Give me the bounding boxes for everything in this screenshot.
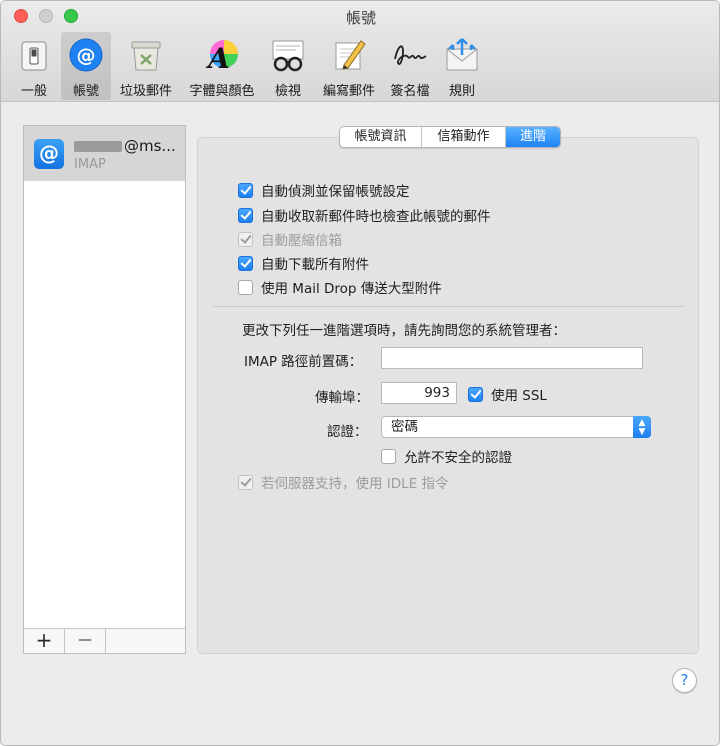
download-attachments-checkbox[interactable] bbox=[238, 255, 253, 271]
pencil-icon bbox=[335, 40, 366, 70]
toolbar-signatures[interactable]: 簽名檔 bbox=[385, 32, 435, 100]
title-bar: 帳號 一般 @ 帳號 垃圾郵件 A 字體與顏色 檢視 編寫郵件 簽名檔 規則 bbox=[1, 1, 719, 102]
mail-drop-label: 使用 Mail Drop 傳送大型附件 bbox=[261, 281, 442, 297]
account-list-item[interactable]: @ @ms... IMAP bbox=[24, 126, 185, 181]
check-on-fetch-label: 自動收取新郵件時也檢查此帳號的郵件 bbox=[261, 209, 491, 225]
toolbar-rules-label: 規則 bbox=[448, 84, 475, 99]
compact-mailboxes-checkbox bbox=[238, 231, 253, 247]
preferences-window: 帳號 一般 @ 帳號 垃圾郵件 A 字體與顏色 檢視 編寫郵件 簽名檔 規則 @… bbox=[0, 0, 720, 746]
sidebar-bottom-bar: + — bbox=[24, 628, 185, 653]
auto-detect-option[interactable]: 自動偵測並保留帳號設定 bbox=[238, 181, 410, 200]
imap-prefix-input[interactable] bbox=[381, 347, 643, 369]
glasses-icon bbox=[272, 40, 304, 72]
toolbar-general-label: 一般 bbox=[20, 84, 47, 99]
svg-text:@: @ bbox=[77, 45, 96, 67]
remove-account-button[interactable]: — bbox=[65, 629, 106, 653]
help-button[interactable]: ? bbox=[672, 668, 697, 693]
allow-insecure-label: 允許不安全的認證 bbox=[404, 450, 512, 466]
toolbar-fonts-colors[interactable]: A 字體與顏色 bbox=[183, 32, 261, 100]
authentication-value: 密碼 bbox=[391, 419, 418, 435]
at-sign-icon: @ bbox=[69, 38, 103, 72]
download-attachments-option[interactable]: 自動下載所有附件 bbox=[238, 254, 369, 273]
use-ssl-label: 使用 SSL bbox=[491, 388, 547, 404]
toolbar-junk-mail[interactable]: 垃圾郵件 bbox=[113, 32, 179, 100]
download-attachments-label: 自動下載所有附件 bbox=[261, 257, 369, 273]
trash-bin-icon bbox=[131, 41, 161, 71]
settings-tabs: 帳號資訊 信箱動作 進階 bbox=[339, 126, 561, 148]
tab-advanced[interactable]: 進階 bbox=[506, 127, 560, 147]
at-sign-icon: @ bbox=[34, 139, 64, 169]
account-name-domain: @ms... bbox=[124, 137, 176, 155]
rules-envelope-icon bbox=[446, 38, 478, 71]
toolbar-general[interactable]: 一般 bbox=[9, 32, 59, 100]
check-on-fetch-option[interactable]: 自動收取新郵件時也檢查此帳號的郵件 bbox=[238, 206, 491, 225]
svg-text:A: A bbox=[205, 42, 230, 73]
compact-mailboxes-option: 自動壓縮信箱 bbox=[238, 230, 342, 249]
account-type: IMAP bbox=[74, 157, 106, 172]
font-color-icon: A bbox=[205, 40, 238, 73]
toolbar-fonts-colors-label: 字體與顏色 bbox=[189, 84, 255, 99]
auto-detect-checkbox[interactable] bbox=[238, 182, 253, 198]
authentication-select[interactable]: 密碼 ▲ ▼ bbox=[381, 416, 651, 438]
imap-prefix-label: IMAP 路徑前置碼： bbox=[244, 354, 363, 370]
idle-label: 若伺服器支持，使用 IDLE 指令 bbox=[261, 476, 449, 492]
tab-mailbox-behaviors[interactable]: 信箱動作 bbox=[422, 127, 506, 147]
switch-icon bbox=[21, 41, 47, 71]
add-account-button[interactable]: + bbox=[24, 629, 65, 653]
toolbar-junk-mail-label: 垃圾郵件 bbox=[119, 84, 172, 99]
toolbar-composing[interactable]: 編寫郵件 bbox=[317, 32, 381, 100]
toolbar-viewing-label: 檢視 bbox=[274, 84, 301, 99]
use-ssl-option[interactable]: 使用 SSL bbox=[468, 385, 547, 404]
port-input[interactable]: 993 bbox=[381, 382, 457, 404]
allow-insecure-checkbox[interactable] bbox=[381, 448, 396, 464]
tab-account-info[interactable]: 帳號資訊 bbox=[340, 127, 422, 147]
idle-checkbox bbox=[238, 474, 253, 490]
mail-drop-option[interactable]: 使用 Mail Drop 傳送大型附件 bbox=[238, 278, 442, 297]
signature-icon bbox=[394, 45, 427, 65]
auto-detect-label: 自動偵測並保留帳號設定 bbox=[261, 184, 410, 200]
mail-drop-checkbox[interactable] bbox=[238, 279, 253, 295]
admin-notice: 更改下列任一進階選項時，請先詢問您的系統管理者： bbox=[242, 323, 566, 339]
toolbar-viewing[interactable]: 檢視 bbox=[265, 32, 311, 100]
authentication-label: 認證： bbox=[327, 424, 368, 440]
toolbar-accounts[interactable]: @ 帳號 bbox=[61, 32, 111, 100]
accounts-sidebar: @ @ms... IMAP + — bbox=[23, 125, 186, 654]
section-divider bbox=[213, 306, 684, 307]
redacted-username bbox=[74, 141, 122, 152]
toolbar-accounts-label: 帳號 bbox=[72, 84, 99, 99]
toolbar-rules[interactable]: 規則 bbox=[439, 32, 485, 100]
compact-mailboxes-label: 自動壓縮信箱 bbox=[261, 233, 342, 249]
check-on-fetch-checkbox[interactable] bbox=[238, 207, 253, 223]
use-ssl-checkbox[interactable] bbox=[468, 386, 483, 402]
chevron-updown-icon: ▲ ▼ bbox=[633, 416, 651, 438]
window-title: 帳號 bbox=[345, 9, 376, 27]
idle-option: 若伺服器支持，使用 IDLE 指令 bbox=[238, 473, 449, 492]
toolbar-composing-label: 編寫郵件 bbox=[322, 84, 375, 99]
toolbar-signatures-label: 簽名檔 bbox=[390, 84, 430, 99]
allow-insecure-option[interactable]: 允許不安全的認證 bbox=[381, 447, 512, 466]
port-label: 傳輸埠： bbox=[315, 390, 369, 406]
account-name: @ms... bbox=[74, 137, 176, 155]
